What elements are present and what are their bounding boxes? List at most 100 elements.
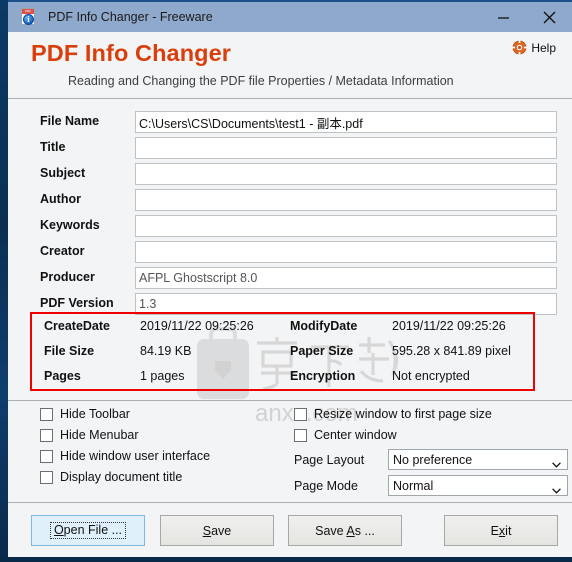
checkbox-label: Hide Menubar bbox=[60, 428, 139, 442]
button-label: Save bbox=[203, 524, 232, 538]
button-label-pre: Save bbox=[315, 523, 347, 538]
page-title: PDF Info Changer bbox=[31, 40, 232, 66]
info-label: Encryption bbox=[290, 369, 356, 383]
form-row-creator: Creator bbox=[8, 241, 572, 266]
chevron-down-icon[interactable] bbox=[552, 457, 561, 468]
form-row-file-name: File Name bbox=[8, 111, 572, 136]
window-title: PDF Info Changer - Freeware bbox=[48, 10, 213, 24]
input-creator[interactable] bbox=[135, 241, 557, 263]
pdf-info-icon: PDF i bbox=[20, 8, 38, 26]
button-accel-key: O bbox=[53, 523, 64, 537]
window-controls bbox=[480, 2, 572, 32]
label-file-name: File Name bbox=[40, 114, 100, 128]
info-label: Paper Size bbox=[290, 344, 354, 358]
button-label-post: ave bbox=[211, 523, 232, 538]
button-label-post: it bbox=[505, 523, 512, 538]
info-label: Pages bbox=[44, 369, 81, 383]
info-row: Pages 1 pages Encryption Not encrypted bbox=[32, 369, 533, 394]
exit-button[interactable]: Exit bbox=[444, 515, 558, 546]
select-row-page-layout: Page Layout No preference bbox=[294, 449, 568, 470]
chevron-down-icon[interactable] bbox=[552, 483, 561, 494]
checkbox-box[interactable] bbox=[40, 449, 53, 463]
checkbox-box[interactable] bbox=[40, 428, 53, 442]
pdf-info-box: CreateDate 2019/11/22 09:25:26 ModifyDate 2… bbox=[30, 312, 535, 391]
main-content: anxz.com File NameTitleSubjectAuthorKeyw… bbox=[8, 99, 572, 557]
checkbox-hide-toolbar[interactable]: Hide Toolbar bbox=[40, 407, 130, 421]
page-subtitle: Reading and Changing the PDF file Proper… bbox=[68, 74, 454, 88]
label-page-mode: Page Mode bbox=[294, 478, 358, 493]
form-row-subject: Subject bbox=[8, 163, 572, 188]
info-value: 1 pages bbox=[140, 369, 185, 383]
desktop-strip bbox=[0, 557, 572, 562]
label-keywords: Keywords bbox=[40, 218, 100, 232]
input-author[interactable] bbox=[135, 189, 557, 211]
checkbox-box[interactable] bbox=[294, 407, 307, 421]
select-row-page-mode: Page Mode Normal bbox=[294, 475, 568, 496]
input-subject[interactable] bbox=[135, 163, 557, 185]
button-accel-key: A bbox=[346, 523, 355, 538]
minimize-button[interactable] bbox=[480, 2, 526, 32]
checkbox-resize-window-to-first-page-size[interactable]: Resize window to first page size bbox=[294, 407, 492, 421]
checkbox-label: Hide Toolbar bbox=[60, 407, 130, 421]
label-author: Author bbox=[40, 192, 81, 206]
input-file-name[interactable] bbox=[135, 111, 557, 133]
checkbox-hide-window-user-interface[interactable]: Hide window user interface bbox=[40, 449, 210, 463]
checkbox-box[interactable] bbox=[40, 470, 53, 484]
button-label-post: s ... bbox=[354, 523, 375, 538]
close-button[interactable] bbox=[526, 2, 572, 32]
form-row-keywords: Keywords bbox=[8, 215, 572, 240]
label-subject: Subject bbox=[40, 166, 86, 180]
dropdown-value: No preference bbox=[393, 452, 473, 467]
button-accel-key: S bbox=[202, 523, 212, 538]
form-row-producer: Producer bbox=[8, 267, 572, 292]
form-row-title: Title bbox=[8, 137, 572, 162]
info-value: 2019/11/22 09:25:26 bbox=[140, 319, 254, 333]
label-page-layout: Page Layout bbox=[294, 452, 365, 467]
input-producer[interactable] bbox=[135, 267, 557, 289]
label-creator: Creator bbox=[40, 244, 85, 258]
checkbox-display-document-title[interactable]: Display document title bbox=[40, 470, 182, 484]
lifebuoy-icon bbox=[512, 40, 527, 55]
separator-options bbox=[8, 400, 572, 401]
checkbox-box[interactable] bbox=[40, 407, 53, 421]
checkbox-center-window[interactable]: Center window bbox=[294, 428, 397, 442]
save-button[interactable]: Save bbox=[160, 515, 274, 546]
title-bar: PDF i PDF Info Changer - Freeware bbox=[8, 0, 572, 32]
info-label: ModifyDate bbox=[290, 319, 358, 333]
button-label: Exit bbox=[491, 524, 512, 538]
header-band: PDF Info Changer Reading and Changing th… bbox=[8, 32, 572, 99]
dropdown-page-layout[interactable]: No preference bbox=[388, 449, 568, 470]
info-row: CreateDate 2019/11/22 09:25:26 ModifyDate 2… bbox=[32, 319, 533, 344]
checkbox-label: Hide window user interface bbox=[60, 449, 211, 463]
info-value: 2019/11/22 09:25:26 bbox=[392, 319, 506, 333]
open-file-button[interactable]: Open File ... bbox=[31, 515, 145, 546]
checkbox-hide-menubar[interactable]: Hide Menubar bbox=[40, 428, 139, 442]
info-value: Not encrypted bbox=[392, 369, 470, 383]
info-value: 84.19 KB bbox=[140, 344, 192, 358]
info-value: 595.28 x 841.89 pixel bbox=[392, 344, 511, 358]
info-row: File Size 84.19 KB Paper Size 595.28 x 841.… bbox=[32, 344, 533, 369]
label-title: Title bbox=[40, 140, 66, 154]
checkbox-label: Resize window to first page size bbox=[314, 407, 492, 421]
info-label: CreateDate bbox=[44, 319, 111, 333]
help-link[interactable]: Help bbox=[512, 40, 556, 55]
help-label: Help bbox=[531, 40, 556, 55]
label-producer: Producer bbox=[40, 270, 95, 284]
save-as-button[interactable]: Save As ... bbox=[288, 515, 402, 546]
checkbox-box[interactable] bbox=[294, 428, 307, 442]
form-row-author: Author bbox=[8, 189, 572, 214]
info-label: File Size bbox=[44, 344, 95, 358]
application-window: PDF i PDF Info Changer - Freeware PDF In… bbox=[8, 0, 572, 557]
button-label: Open File ... bbox=[49, 522, 127, 539]
input-title[interactable] bbox=[135, 137, 557, 159]
button-label-post: pen File ... bbox=[63, 523, 123, 537]
dropdown-page-mode[interactable]: Normal bbox=[388, 475, 568, 496]
input-keywords[interactable] bbox=[135, 215, 557, 237]
dropdown-value: Normal bbox=[393, 478, 434, 493]
label-pdf-version: PDF Version bbox=[40, 296, 114, 310]
checkbox-label: Display document title bbox=[60, 470, 183, 484]
button-label-pre: E bbox=[490, 523, 499, 538]
button-bar: Open File ... Save Save As ... Exit bbox=[8, 503, 572, 557]
button-label: Save As ... bbox=[315, 524, 375, 538]
checkbox-label: Center window bbox=[314, 428, 397, 442]
